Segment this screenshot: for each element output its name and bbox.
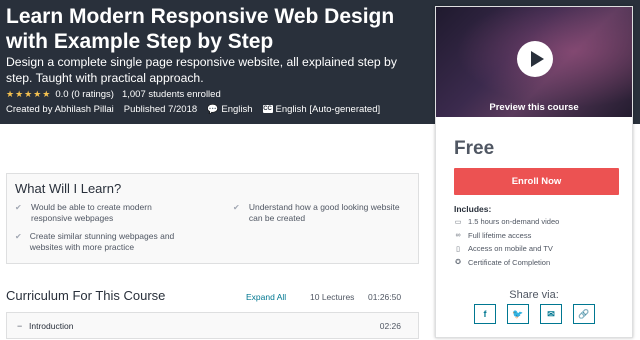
check-icon: ✔ (15, 203, 22, 212)
preview-video[interactable]: Preview this course (436, 7, 632, 117)
captions-info: CC English [Auto-generated] (262, 103, 381, 115)
learn-item: ✔ Understand how a good looking website … (233, 202, 400, 223)
include-item: ▭ 1.5 hours on-demand video (454, 217, 560, 227)
curriculum-section[interactable]: − Introduction 02:26 (6, 312, 419, 339)
enroll-button[interactable]: Enroll Now (454, 168, 619, 195)
closed-captions-icon: CC (262, 105, 273, 113)
expand-all-link[interactable]: Expand All (246, 292, 286, 302)
video-icon: ▭ (454, 218, 462, 226)
twitter-icon[interactable]: 🐦 (507, 304, 529, 324)
certificate-icon: ✪ (455, 259, 461, 267)
section-title: Introduction (29, 321, 74, 331)
mobile-icon: ▯ (456, 245, 460, 253)
enrolled-count: 1,007 students enrolled (121, 88, 221, 100)
published-date: Published 7/2018 (123, 103, 198, 115)
rating-text: 0.0 (0 ratings) (55, 88, 114, 100)
include-item: ▯ Access on mobile and TV (454, 242, 559, 256)
infinity-icon: ∞ (455, 231, 461, 239)
learn-heading: What Will I Learn? (15, 181, 122, 196)
language-label: English (221, 103, 253, 115)
rating-row: ★★★★★ 0.0 (0 ratings) 1,007 students enr… (6, 88, 221, 100)
check-icon: ✔ (233, 203, 240, 212)
course-meta-row: Created by Abhilash Pillai Published 7/2… (6, 103, 380, 115)
email-icon[interactable]: ✉ (540, 304, 562, 324)
course-sidebar-card: Preview this course Free Enroll Now Incl… (435, 6, 633, 338)
learn-item: ✔ Create similar stunning webpages and w… (15, 231, 175, 252)
include-item: ∞ Full lifetime access (455, 230, 532, 240)
language-info: 💬 English (207, 104, 252, 115)
preview-label[interactable]: Preview this course (436, 102, 632, 113)
instructor-link[interactable]: Created by Abhilash Pillai (6, 104, 114, 115)
lecture-count: 10 Lectures (310, 292, 355, 302)
collapse-icon[interactable]: − (17, 321, 22, 331)
learn-item: ✔ Would be able to create modern respons… (15, 202, 152, 223)
includes-list: ▭ 1.5 hours on-demand video ∞ Full lifetim… (454, 215, 560, 269)
captions-label: English [Auto-generated] (275, 103, 381, 115)
star-rating-icon: ★★★★★ (6, 88, 52, 99)
curriculum-heading: Curriculum For This Course (6, 288, 166, 303)
what-will-i-learn-box: What Will I Learn? ✔ Would be able to cr… (6, 173, 419, 264)
course-price: Free (454, 138, 495, 159)
include-item: ✪ Certificate of Completion (455, 257, 551, 267)
includes-heading: Includes: (454, 204, 492, 214)
play-icon[interactable] (517, 41, 553, 77)
facebook-icon[interactable]: f (474, 304, 496, 324)
total-duration: 01:26:50 (368, 292, 402, 302)
share-label: Share via: (509, 289, 559, 301)
link-icon[interactable]: 🔗 (573, 304, 595, 324)
share-buttons: f 🐦 ✉ 🔗 (474, 304, 595, 324)
section-duration: 02:26 (379, 321, 401, 331)
course-title: Learn Modern Responsive Web Design with … (6, 5, 395, 53)
course-subtitle: Design a complete single page responsive… (6, 55, 397, 85)
speech-bubble-icon: 💬 (207, 103, 219, 114)
check-icon: ✔ (15, 232, 22, 241)
